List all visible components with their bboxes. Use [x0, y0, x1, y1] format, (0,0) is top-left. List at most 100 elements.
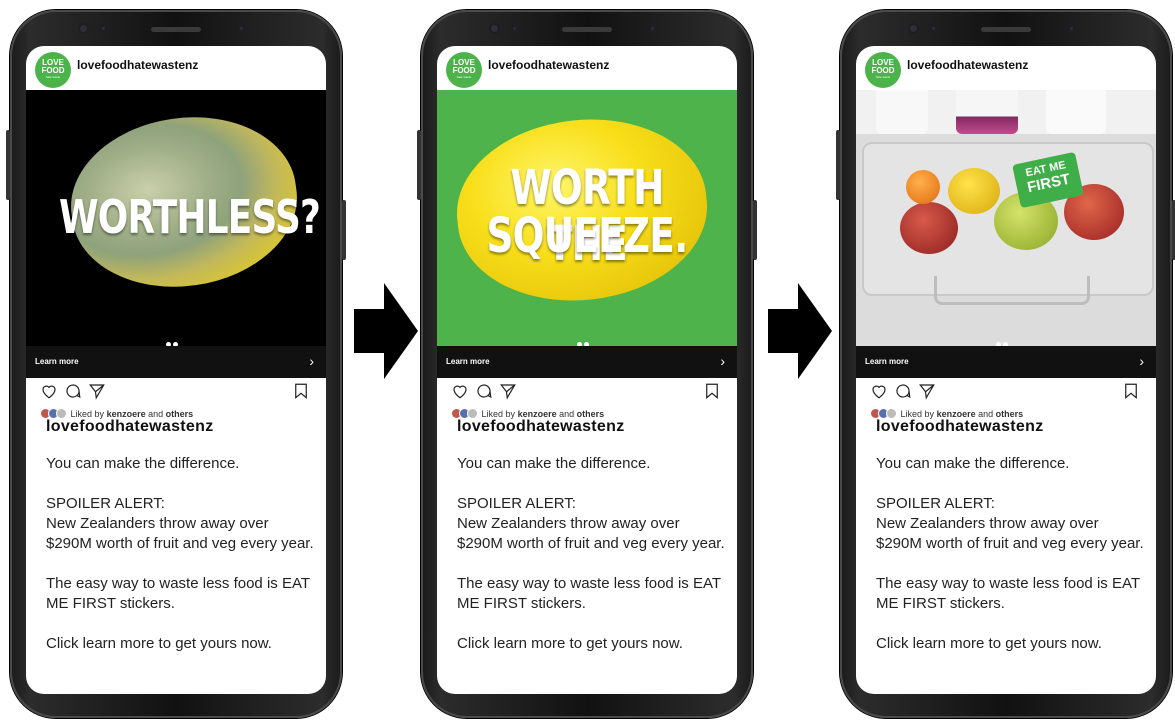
yogurt-jar [1046, 90, 1106, 134]
share-icon[interactable] [88, 382, 106, 400]
apple-image [900, 202, 958, 254]
yogurt-jar [876, 90, 928, 134]
caption-line: SPOILER ALERT: [876, 495, 995, 512]
caption-line: The easy way to waste less food is EAT M… [876, 575, 1140, 612]
fridge-crisper-drawer [862, 142, 1154, 305]
phone-frame-3: LOVE FOOD hate waste lovefoodhatewastenz [836, 10, 1175, 718]
carousel-indicator [996, 334, 1010, 346]
bookmark-icon[interactable] [292, 382, 310, 400]
instagram-post-screen: LOVE FOOD hate waste lovefoodhatewastenz… [26, 46, 326, 694]
sensor [930, 25, 937, 32]
post-image[interactable]: EAT ME FIRST [856, 90, 1156, 346]
logo-text: FOOD [452, 66, 476, 75]
post-caption: You can make the difference. SPOILER ALE… [457, 454, 727, 674]
post-image[interactable]: WORTHLESS? [26, 90, 326, 346]
caption-username[interactable]: lovefoodhatewastenz [457, 418, 625, 436]
caption-line: New Zealanders throw away over $290M wor… [876, 515, 1144, 552]
chevron-right-icon: › [720, 353, 725, 369]
action-bar [437, 380, 737, 404]
action-bar [856, 380, 1156, 404]
sensor [1068, 25, 1075, 32]
account-avatar[interactable]: LOVE FOOD hate waste [446, 52, 482, 88]
caption-username[interactable]: lovefoodhatewastenz [46, 418, 214, 436]
comment-icon[interactable] [894, 382, 912, 400]
learn-more-bar[interactable]: Learn more › [437, 346, 737, 378]
carousel-indicator [166, 334, 180, 346]
share-icon[interactable] [499, 382, 517, 400]
phone-top-bezel [10, 10, 342, 50]
comment-icon[interactable] [475, 382, 493, 400]
orange-image [906, 170, 940, 204]
caption-line: New Zealanders throw away over $290M wor… [46, 515, 314, 552]
post-username[interactable]: lovefoodhatewastenz [488, 58, 609, 72]
instagram-post-screen: LOVE FOOD hate waste lovefoodhatewastenz [856, 46, 1156, 694]
caption-line: SPOILER ALERT: [457, 495, 576, 512]
action-bar [26, 380, 326, 404]
phone-top-bezel [840, 10, 1172, 50]
caption-line: Click learn more to get yours now. [457, 635, 683, 652]
learn-more-bar[interactable]: Learn more › [856, 346, 1156, 378]
phone-frame-2: LOVE FOOD hate waste lovefoodhatewastenz… [417, 10, 757, 718]
account-avatar[interactable]: LOVE FOOD hate waste [35, 52, 71, 88]
front-camera [908, 23, 919, 34]
learn-more-label: Learn more [35, 357, 79, 366]
post-header: LOVE FOOD hate waste lovefoodhatewastenz [437, 46, 737, 90]
carousel-indicator [577, 334, 591, 346]
yogurt-jar [956, 90, 1018, 134]
arrow-right-icon [354, 283, 418, 379]
post-image[interactable]: WORTH THE SQUEEZE. [437, 90, 737, 346]
lemon-image [948, 168, 1000, 214]
logo-text: FOOD [871, 66, 895, 75]
caption-username[interactable]: lovefoodhatewastenz [876, 418, 1044, 436]
caption-line: You can make the difference. [457, 455, 651, 472]
heart-icon[interactable] [451, 382, 469, 400]
sensor [238, 25, 245, 32]
bookmark-icon[interactable] [703, 382, 721, 400]
phone-frame-1: LOVE FOOD hate waste lovefoodhatewastenz… [6, 10, 346, 718]
post-username[interactable]: lovefoodhatewastenz [907, 58, 1028, 72]
arrow-right-icon [768, 283, 832, 379]
post-caption: You can make the difference. SPOILER ALE… [876, 454, 1146, 674]
learn-more-label: Learn more [446, 357, 490, 366]
fridge-top-shelf [856, 90, 1156, 134]
post-caption: You can make the difference. SPOILER ALE… [46, 454, 316, 674]
logo-subtext: hate waste [456, 75, 472, 79]
share-icon[interactable] [918, 382, 936, 400]
caption-line: Click learn more to get yours now. [876, 635, 1102, 652]
learn-more-bar[interactable]: Learn more › [26, 346, 326, 378]
caption-line: You can make the difference. [46, 455, 240, 472]
caption-line: You can make the difference. [876, 455, 1070, 472]
caption-line: SPOILER ALERT: [46, 495, 165, 512]
sensor [649, 25, 656, 32]
caption-line: Click learn more to get yours now. [46, 635, 272, 652]
front-camera [78, 23, 89, 34]
logo-subtext: hate waste [45, 75, 61, 79]
earpiece-speaker [981, 27, 1031, 32]
caption-line: The easy way to waste less food is EAT M… [46, 575, 310, 612]
chevron-right-icon: › [1139, 353, 1144, 369]
account-avatar[interactable]: LOVE FOOD hate waste [865, 52, 901, 88]
heart-icon[interactable] [40, 382, 58, 400]
comment-icon[interactable] [64, 382, 82, 400]
learn-more-label: Learn more [865, 357, 909, 366]
sensor [100, 25, 107, 32]
bookmark-icon[interactable] [1122, 382, 1140, 400]
caption-line: New Zealanders throw away over $290M wor… [457, 515, 725, 552]
chevron-right-icon: › [309, 353, 314, 369]
post-header: LOVE FOOD hate waste lovefoodhatewastenz [856, 46, 1156, 90]
earpiece-speaker [151, 27, 201, 32]
phone-top-bezel [421, 10, 753, 50]
post-username[interactable]: lovefoodhatewastenz [77, 58, 198, 72]
caption-line: The easy way to waste less food is EAT M… [457, 575, 721, 612]
logo-subtext: hate waste [875, 75, 891, 79]
front-camera [489, 23, 500, 34]
instagram-post-screen: LOVE FOOD hate waste lovefoodhatewastenz… [437, 46, 737, 694]
image-headline: WORTHLESS? [59, 190, 321, 244]
image-headline: SQUEEZE. [486, 208, 688, 264]
post-header: LOVE FOOD hate waste lovefoodhatewastenz [26, 46, 326, 90]
sensor [511, 25, 518, 32]
drawer-handle [934, 276, 1090, 305]
heart-icon[interactable] [870, 382, 888, 400]
earpiece-speaker [562, 27, 612, 32]
logo-text: FOOD [41, 66, 65, 75]
